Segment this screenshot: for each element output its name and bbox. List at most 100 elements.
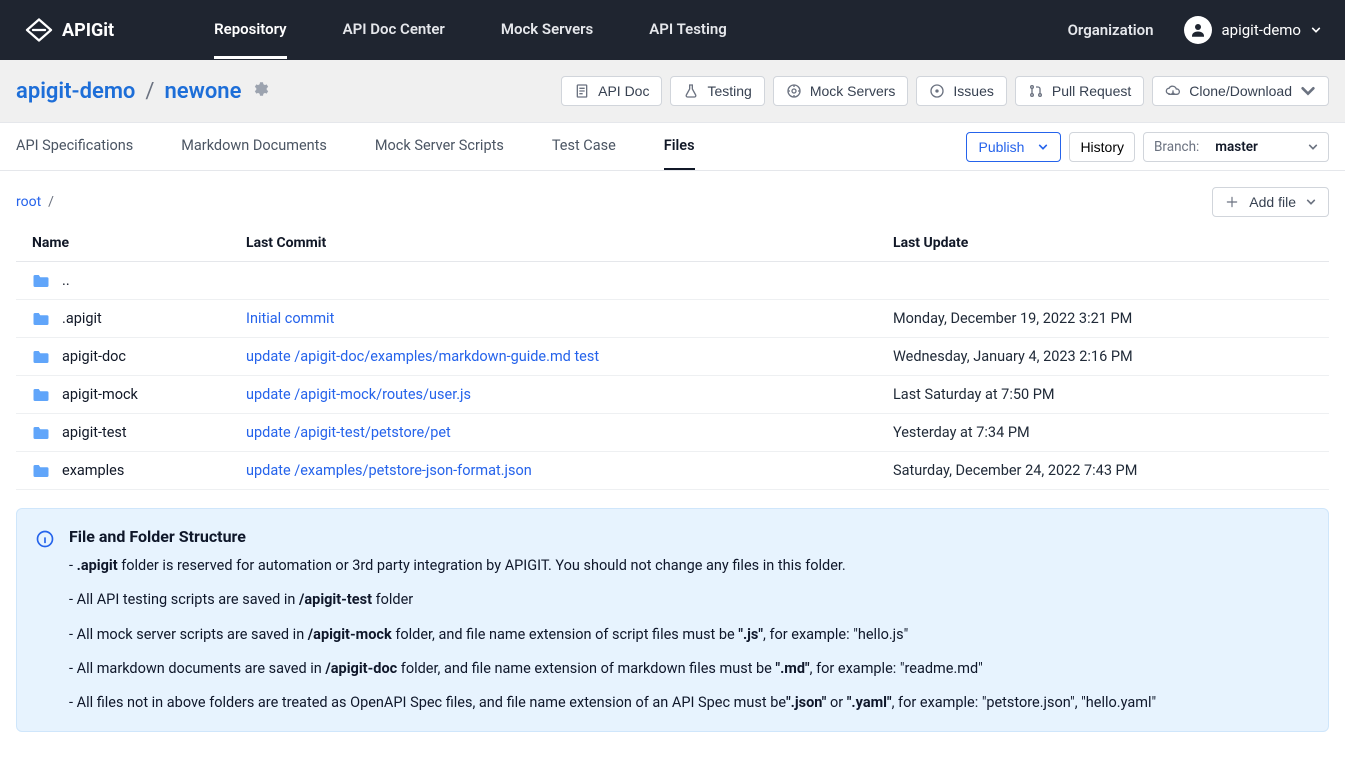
table-row[interactable]: .. — [16, 262, 1329, 300]
tab-api-specifications[interactable]: API Specifications — [16, 123, 133, 170]
chevron-down-icon — [1308, 142, 1318, 152]
chevron-down-icon — [1300, 83, 1316, 99]
info-title: File and Folder Structure — [69, 527, 1156, 546]
pull-request-button[interactable]: Pull Request — [1015, 76, 1144, 106]
testing-button[interactable]: Testing — [670, 76, 764, 106]
issues-button[interactable]: Issues — [916, 76, 1006, 106]
issues-label: Issues — [953, 83, 993, 99]
file-name-cell[interactable]: apigit-doc — [32, 348, 246, 365]
top-nav-right: Organization apigit-demo — [1068, 3, 1321, 57]
info-line-1: - .apigit folder is reserved for automat… — [69, 556, 1156, 576]
col-header-commit: Last Commit — [246, 225, 893, 262]
cloud-download-icon — [1165, 83, 1181, 99]
tab-markdown-documents[interactable]: Markdown Documents — [181, 123, 327, 170]
nav-mock-servers[interactable]: Mock Servers — [501, 2, 593, 59]
flask-icon — [683, 83, 699, 99]
file-name-cell[interactable]: examples — [32, 462, 246, 479]
avatar-icon — [1184, 16, 1212, 44]
commit-link[interactable]: Initial commit — [246, 310, 334, 327]
commit-link[interactable]: update /examples/petstore-json-format.js… — [246, 462, 532, 479]
top-navbar: APIGit Repository API Doc Center Mock Se… — [0, 0, 1345, 60]
table-row[interactable]: apigit-docupdate /apigit-doc/examples/ma… — [16, 338, 1329, 376]
pull-request-icon — [1028, 83, 1044, 99]
tab-files[interactable]: Files — [664, 123, 695, 170]
info-content: File and Folder Structure - .apigit fold… — [69, 527, 1156, 713]
path-row: root / Add file — [16, 187, 1329, 217]
file-name-cell[interactable]: apigit-test — [32, 424, 246, 441]
main-nav-links: Repository API Doc Center Mock Servers A… — [214, 2, 1068, 59]
folder-icon — [32, 311, 50, 327]
repo-controls: Publish History Branch: master — [966, 132, 1329, 162]
path-sep: / — [48, 194, 54, 210]
repo-action-buttons: API Doc Testing Mock Servers Issues Pull… — [561, 76, 1329, 106]
pull-request-label: Pull Request — [1052, 83, 1131, 99]
testing-label: Testing — [707, 83, 751, 99]
file-name: apigit-mock — [62, 386, 138, 403]
commit-link[interactable]: update /apigit-doc/examples/markdown-gui… — [246, 348, 599, 365]
plus-icon — [1225, 195, 1239, 209]
info-line-2: - All API testing scripts are saved in /… — [69, 590, 1156, 610]
info-panel: File and Folder Structure - .apigit fold… — [16, 508, 1329, 732]
nav-api-testing[interactable]: API Testing — [649, 2, 726, 59]
folder-icon — [32, 425, 50, 441]
table-row[interactable]: .apigitInitial commitMonday, December 19… — [16, 300, 1329, 338]
publish-button[interactable]: Publish — [966, 132, 1062, 162]
tab-mock-server-scripts[interactable]: Mock Server Scripts — [375, 123, 504, 170]
table-row[interactable]: apigit-test update /apigit-test/petstore/… — [16, 414, 1329, 452]
path-root[interactable]: root — [16, 194, 41, 210]
clone-download-label: Clone/Download — [1189, 83, 1292, 99]
col-header-name: Name — [16, 225, 246, 262]
api-doc-label: API Doc — [598, 83, 649, 99]
table-row[interactable]: apigit-mock update /apigit-mock/routes/us… — [16, 376, 1329, 414]
mock-servers-label: Mock Servers — [810, 83, 896, 99]
info-icon — [35, 529, 55, 713]
logo-icon — [24, 18, 54, 42]
clone-download-button[interactable]: Clone/Download — [1152, 76, 1329, 106]
server-config-icon — [786, 83, 802, 99]
commit-link[interactable]: update /apigit-mock/routes/user.js — [246, 386, 471, 403]
nav-api-doc-center[interactable]: API Doc Center — [343, 2, 445, 59]
repo-tabs-bar: API Specifications Markdown Documents Mo… — [0, 123, 1345, 171]
content-area: root / Add file Name Last Commit Last Up… — [0, 171, 1345, 756]
publish-label: Publish — [979, 139, 1025, 155]
brand[interactable]: APIGit — [24, 18, 114, 42]
nav-organization[interactable]: Organization — [1068, 3, 1154, 57]
add-file-button[interactable]: Add file — [1212, 187, 1329, 217]
chevron-down-icon — [1311, 25, 1321, 35]
col-header-update: Last Update — [893, 225, 1329, 262]
folder-icon — [32, 273, 50, 289]
add-file-label: Add file — [1249, 194, 1296, 210]
tab-test-case[interactable]: Test Case — [552, 123, 616, 170]
breadcrumb-owner[interactable]: apigit-demo — [16, 79, 135, 104]
last-update: Last Saturday at 7:50 PM — [893, 376, 1329, 414]
file-name: apigit-test — [62, 424, 127, 441]
last-update: Yesterday at 7:34 PM — [893, 414, 1329, 452]
commit-link[interactable]: update /apigit-test/petstore/pet — [246, 424, 451, 441]
gear-icon — [251, 80, 269, 98]
info-line-4: - All markdown documents are saved in /a… — [69, 659, 1156, 679]
nav-repository[interactable]: Repository — [214, 2, 286, 59]
table-row[interactable]: examples update /examples/petstore-json-f… — [16, 452, 1329, 490]
branch-selector[interactable]: Branch: master — [1143, 132, 1329, 162]
repo-tabs: API Specifications Markdown Documents Mo… — [16, 123, 695, 170]
file-name-cell[interactable]: .apigit — [32, 310, 246, 327]
mock-servers-button[interactable]: Mock Servers — [773, 76, 909, 106]
file-name: .. — [62, 272, 70, 289]
file-name-cell[interactable]: apigit-mock — [32, 386, 246, 403]
breadcrumb-sep: / — [145, 79, 154, 104]
repo-settings-button[interactable] — [251, 79, 269, 104]
file-name-cell[interactable]: .. — [32, 272, 246, 289]
user-menu[interactable]: apigit-demo — [1184, 16, 1321, 44]
file-name: .apigit — [62, 310, 102, 327]
last-update — [893, 262, 1329, 300]
breadcrumb-repo[interactable]: newone — [164, 79, 241, 104]
last-update: Saturday, December 24, 2022 7:43 PM — [893, 452, 1329, 490]
file-name: examples — [62, 462, 124, 479]
folder-icon — [32, 349, 50, 365]
issue-icon — [929, 83, 945, 99]
history-button[interactable]: History — [1069, 132, 1135, 162]
chevron-down-icon — [1306, 197, 1316, 207]
api-doc-button[interactable]: API Doc — [561, 76, 662, 106]
folder-icon — [32, 387, 50, 403]
file-path-breadcrumb: root / — [16, 194, 54, 210]
